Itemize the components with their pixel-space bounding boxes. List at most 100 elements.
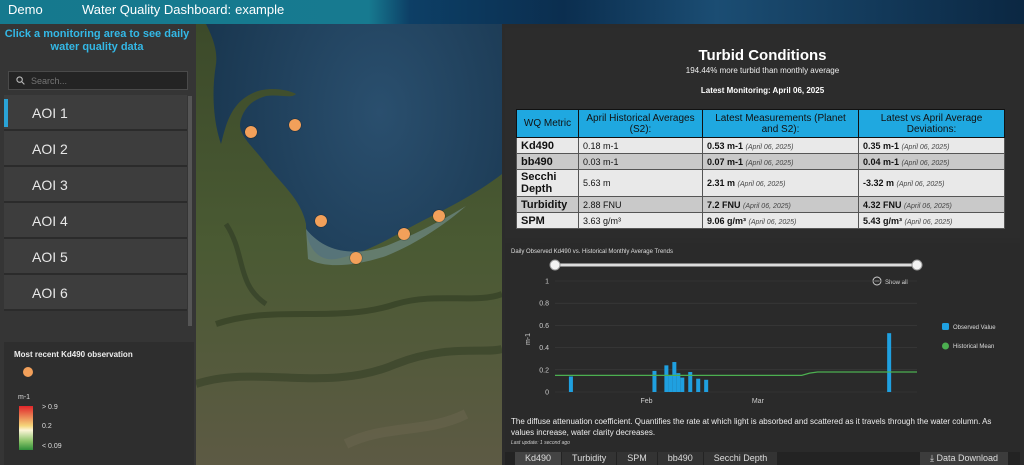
dashboard-title-text: Water Quality Dashboard: <box>82 2 232 17</box>
deviation-value: 4.32 FNU <box>863 199 902 210</box>
metric-tab-bar: Kd490 Turbidity SPM bb490 Secchi Depth ⤓ Dat… <box>505 452 1020 465</box>
deviation-value: 5.43 g/m³ <box>863 215 903 226</box>
latest-monitoring-date: Latest Monitoring: April 06, 2025 <box>700 86 825 95</box>
search-box[interactable] <box>8 71 188 90</box>
column-header: April Historical Averages (S2): <box>578 109 703 138</box>
search-input[interactable] <box>31 75 181 86</box>
deviation: 0.35 m-1 (April 06, 2025) <box>858 137 1005 154</box>
latest-measurement: 9.06 g/m³ (April 06, 2025) <box>702 212 859 229</box>
observed-value-bar <box>696 378 701 392</box>
metric-name: Kd490 <box>516 137 579 154</box>
latest-measurement: 2.31 m (April 06, 2025) <box>702 169 859 197</box>
deviation: 4.32 FNU (April 06, 2025) <box>858 196 1005 213</box>
legend-observed-label: Observed Value <box>953 325 996 331</box>
aoi-marker-4[interactable] <box>398 228 410 240</box>
latest-value: 0.07 m-1 <box>707 156 744 167</box>
observed-value-bar <box>664 365 669 392</box>
deviation-date: (April 06, 2025) <box>901 143 950 151</box>
historical-average: 2.88 FNU <box>578 196 703 213</box>
deviation-value: 0.04 m-1 <box>863 156 900 167</box>
data-download-label: Data Download <box>936 453 998 463</box>
latest-value: 9.06 g/m³ <box>707 215 747 226</box>
observed-value-bar <box>887 333 892 392</box>
legend-mean-swatch <box>942 342 949 350</box>
app-name[interactable]: Demo <box>8 2 43 17</box>
metric-name: SPM <box>516 212 579 229</box>
aoi-list-item[interactable]: AOI 1 <box>4 95 187 131</box>
metric-tab[interactable]: SPM <box>617 452 657 465</box>
y-tick-label: 0.2 <box>539 367 549 374</box>
summary-panel: Turbid Conditions 194.44% more turbid th… <box>505 28 1020 238</box>
latest-measurement: 0.07 m-1 (April 06, 2025) <box>702 153 859 170</box>
download-icon: ⤓ <box>929 453 934 463</box>
observed-value-bar <box>676 373 681 392</box>
aoi-marker-3[interactable] <box>315 215 327 227</box>
legend-label-mid: 0.2 <box>42 423 52 430</box>
latest-date: (April 06, 2025) <box>745 143 794 151</box>
metric-description: The diffuse attenuation coefficient. Qua… <box>511 417 992 437</box>
metric-tab[interactable]: bb490 <box>657 452 703 465</box>
aoi-list-item[interactable]: AOI 5 <box>4 239 187 275</box>
legend-mean-label: Historical Mean <box>953 344 994 350</box>
range-slider-start-handle[interactable] <box>549 259 561 271</box>
y-tick-label: 0.4 <box>539 345 549 352</box>
deviation-date: (April 06, 2025) <box>904 202 952 210</box>
metric-name: Secchi Depth <box>516 169 579 197</box>
aoi-marker-1[interactable] <box>245 126 257 138</box>
metric-tab[interactable]: Secchi Depth <box>703 452 778 465</box>
metric-tab[interactable]: Kd490 <box>515 452 562 465</box>
table-row: bb490 0.03 m-1 0.07 m-1 (April 06, 2025) 0.… <box>516 153 1005 170</box>
metric-name: Turbidity <box>516 196 579 213</box>
observed-value-bar <box>672 362 677 392</box>
aoi-marker-5[interactable] <box>433 210 445 222</box>
observed-value-bar <box>668 375 673 392</box>
observed-value-bar <box>568 376 573 392</box>
app-header: Demo Water Quality Dashboard: example <box>0 0 1024 24</box>
select-area-prompt: Click a monitoring area to see daily wat… <box>4 28 190 53</box>
latest-date: (April 06, 2025) <box>748 218 797 226</box>
latest-date: (April 06, 2025) <box>737 181 786 188</box>
historical-mean-line <box>555 371 917 376</box>
range-slider-end-handle[interactable] <box>911 259 923 271</box>
table-row: SPM 3.63 g/m³ 9.06 g/m³ (April 06, 2025) 5.… <box>516 212 1005 229</box>
dashboard-title: Water Quality Dashboard: example <box>82 2 284 17</box>
legend-marker-swatch <box>23 367 33 377</box>
table-row: Turbidity 2.88 FNU 7.2 FNU (April 06, 2025… <box>516 196 1005 213</box>
condition-subtitle: 194.44% more turbid than monthly average <box>685 66 840 75</box>
y-tick-label: 0 <box>545 390 549 397</box>
observed-value-bar <box>704 379 709 392</box>
legend-unit: m-1 <box>18 394 31 401</box>
deviation: 5.43 g/m³ (April 06, 2025) <box>858 212 1005 229</box>
search-icon <box>16 76 25 85</box>
historical-average: 5.63 m <box>578 169 703 197</box>
table-row: Secchi Depth 5.63 m 2.31 m (April 06, 2025… <box>516 169 1005 197</box>
metric-tabs: Kd490 Turbidity SPM bb490 Secchi Depth <box>505 452 778 465</box>
aoi-list-item[interactable]: AOI 6 <box>4 275 187 311</box>
aoi-marker-6[interactable] <box>350 252 362 264</box>
metric-tab[interactable]: Turbidity <box>562 452 617 465</box>
condition-title: Turbid Conditions <box>698 47 827 64</box>
observed-value-bar <box>680 377 685 392</box>
latest-value: 2.31 m <box>707 178 736 188</box>
table-header-row: WQ Metric April Historical Averages (S2)… <box>516 109 1005 138</box>
aoi-list-item[interactable]: AOI 2 <box>4 131 187 167</box>
deviation: 0.04 m-1 (April 06, 2025) <box>858 153 1005 170</box>
deviation: -3.32 m (April 06, 2025) <box>858 169 1005 197</box>
table-row: Kd490 0.18 m-1 0.53 m-1 (April 06, 2025) 0.… <box>516 137 1005 154</box>
table-body: Kd490 0.18 m-1 0.53 m-1 (April 06, 2025) 0.… <box>516 137 1005 229</box>
aoi-list: AOI 1 AOI 2 AOI 3 AOI 4 AOI 5 AOI 6 <box>4 95 187 334</box>
legend-observed-swatch <box>942 323 949 330</box>
satellite-map[interactable] <box>196 24 502 465</box>
sidebar: Click a monitoring area to see daily wat… <box>0 24 196 465</box>
aoi-list-scrollbar[interactable] <box>188 96 192 326</box>
aoi-marker-2[interactable] <box>289 119 301 131</box>
latest-date: (April 06, 2025) <box>743 202 791 210</box>
kd490-trend-chart[interactable]: Show all00.20.40.60.81m-1Feb MarObserved … <box>505 257 1020 427</box>
wq-metrics-table: WQ Metric April Historical Averages (S2)… <box>516 109 1005 229</box>
aoi-list-item[interactable]: AOI 4 <box>4 203 187 239</box>
legend-color-ramp <box>19 406 33 450</box>
y-tick-label: 1 <box>545 279 549 286</box>
y-tick-label: 0.6 <box>539 323 549 330</box>
data-download-button[interactable]: ⤓ Data Download <box>919 452 1008 465</box>
aoi-list-item[interactable]: AOI 3 <box>4 167 187 203</box>
